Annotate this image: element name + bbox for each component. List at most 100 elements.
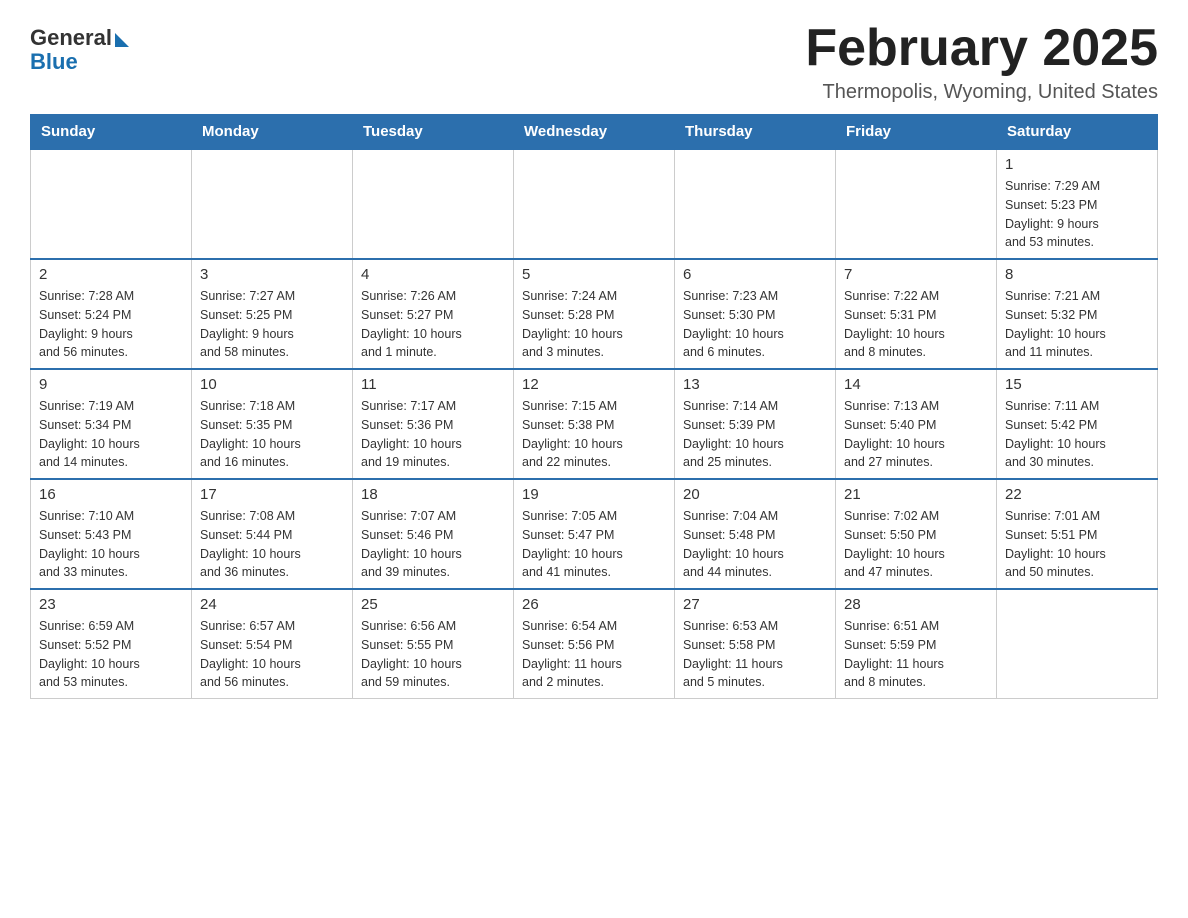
day-number: 7 [844, 266, 988, 283]
header-monday: Monday [192, 115, 353, 150]
calendar-cell: 22 Sunrise: 7:01 AMSunset: 5:51 PMDayligh… [997, 479, 1158, 589]
day-number: 8 [1005, 266, 1149, 283]
calendar-cell [675, 149, 836, 259]
logo: General Blue [30, 25, 129, 75]
calendar-cell: 4 Sunrise: 7:26 AMSunset: 5:27 PMDaylight… [353, 259, 514, 369]
calendar-cell: 11Sunrise: 7:17 AMSunset: 5:36 PMDayligh… [353, 369, 514, 479]
location-text: Thermopolis, Wyoming, United States [805, 81, 1158, 104]
logo-triangle-icon [115, 33, 129, 47]
day-number: 3 [200, 266, 344, 283]
page-header: General Blue February 2025 Thermopolis, … [30, 20, 1158, 104]
calendar-cell [997, 589, 1158, 699]
day-info: Sunrise: 7:23 AMSunset: 5:30 PMDaylight:… [683, 287, 827, 362]
calendar-cell: 2 Sunrise: 7:28 AMSunset: 5:24 PMDaylight… [31, 259, 192, 369]
title-section: February 2025 Thermopolis, Wyoming, Unit… [805, 20, 1158, 104]
calendar-body: 1 Sunrise: 7:29 AMSunset: 5:23 PMDaylight… [31, 149, 1158, 699]
day-info: Sunrise: 7:19 AMSunset: 5:34 PMDaylight:… [39, 397, 183, 472]
calendar-cell: 17 Sunrise: 7:08 AMSunset: 5:44 PMDayligh… [192, 479, 353, 589]
day-number: 20 [683, 486, 827, 503]
calendar-cell: 7 Sunrise: 7:22 AMSunset: 5:31 PMDaylight… [836, 259, 997, 369]
day-info: Sunrise: 7:08 AMSunset: 5:44 PMDaylight:… [200, 507, 344, 582]
day-info: Sunrise: 7:27 AMSunset: 5:25 PMDaylight:… [200, 287, 344, 362]
day-info: Sunrise: 7:04 AMSunset: 5:48 PMDaylight:… [683, 507, 827, 582]
day-number: 21 [844, 486, 988, 503]
day-info: Sunrise: 7:02 AMSunset: 5:50 PMDaylight:… [844, 507, 988, 582]
day-number: 14 [844, 376, 988, 393]
day-number: 1 [1005, 156, 1149, 173]
calendar-header: Sunday Monday Tuesday Wednesday Thursday… [31, 115, 1158, 150]
calendar-week-3: 9 Sunrise: 7:19 AMSunset: 5:34 PMDaylight… [31, 369, 1158, 479]
calendar-cell [353, 149, 514, 259]
calendar-week-4: 16Sunrise: 7:10 AMSunset: 5:43 PMDayligh… [31, 479, 1158, 589]
header-tuesday: Tuesday [353, 115, 514, 150]
day-info: Sunrise: 7:11 AMSunset: 5:42 PMDaylight:… [1005, 397, 1149, 472]
day-number: 15 [1005, 376, 1149, 393]
day-number: 25 [361, 596, 505, 613]
calendar-cell [192, 149, 353, 259]
header-row: Sunday Monday Tuesday Wednesday Thursday… [31, 115, 1158, 150]
day-number: 19 [522, 486, 666, 503]
calendar-cell: 28 Sunrise: 6:51 AMSunset: 5:59 PMDayligh… [836, 589, 997, 699]
day-info: Sunrise: 7:29 AMSunset: 5:23 PMDaylight:… [1005, 177, 1149, 252]
day-info: Sunrise: 7:22 AMSunset: 5:31 PMDaylight:… [844, 287, 988, 362]
calendar-cell: 9 Sunrise: 7:19 AMSunset: 5:34 PMDaylight… [31, 369, 192, 479]
calendar-cell: 1 Sunrise: 7:29 AMSunset: 5:23 PMDaylight… [997, 149, 1158, 259]
day-number: 12 [522, 376, 666, 393]
day-info: Sunrise: 7:13 AMSunset: 5:40 PMDaylight:… [844, 397, 988, 472]
day-info: Sunrise: 6:51 AMSunset: 5:59 PMDaylight:… [844, 617, 988, 692]
calendar-cell: 23Sunrise: 6:59 AMSunset: 5:52 PMDayligh… [31, 589, 192, 699]
calendar-week-5: 23Sunrise: 6:59 AMSunset: 5:52 PMDayligh… [31, 589, 1158, 699]
day-number: 17 [200, 486, 344, 503]
day-info: Sunrise: 7:26 AMSunset: 5:27 PMDaylight:… [361, 287, 505, 362]
logo-general-text: General [30, 25, 112, 51]
day-number: 26 [522, 596, 666, 613]
day-number: 28 [844, 596, 988, 613]
calendar-cell: 3 Sunrise: 7:27 AMSunset: 5:25 PMDaylight… [192, 259, 353, 369]
day-number: 18 [361, 486, 505, 503]
day-number: 4 [361, 266, 505, 283]
calendar-cell: 12Sunrise: 7:15 AMSunset: 5:38 PMDayligh… [514, 369, 675, 479]
calendar-cell: 18Sunrise: 7:07 AMSunset: 5:46 PMDayligh… [353, 479, 514, 589]
month-title: February 2025 [805, 20, 1158, 77]
day-number: 16 [39, 486, 183, 503]
calendar-cell [514, 149, 675, 259]
calendar-cell: 8 Sunrise: 7:21 AMSunset: 5:32 PMDaylight… [997, 259, 1158, 369]
header-thursday: Thursday [675, 115, 836, 150]
header-saturday: Saturday [997, 115, 1158, 150]
day-info: Sunrise: 6:53 AMSunset: 5:58 PMDaylight:… [683, 617, 827, 692]
calendar-cell: 5Sunrise: 7:24 AMSunset: 5:28 PMDaylight… [514, 259, 675, 369]
logo-blue-text: Blue [30, 49, 78, 75]
calendar-cell: 19 Sunrise: 7:05 AMSunset: 5:47 PMDayligh… [514, 479, 675, 589]
calendar-week-2: 2 Sunrise: 7:28 AMSunset: 5:24 PMDaylight… [31, 259, 1158, 369]
day-info: Sunrise: 7:14 AMSunset: 5:39 PMDaylight:… [683, 397, 827, 472]
calendar-table: Sunday Monday Tuesday Wednesday Thursday… [30, 114, 1158, 699]
calendar-cell: 25 Sunrise: 6:56 AMSunset: 5:55 PMDayligh… [353, 589, 514, 699]
day-number: 5 [522, 266, 666, 283]
day-info: Sunrise: 7:01 AMSunset: 5:51 PMDaylight:… [1005, 507, 1149, 582]
calendar-cell: 14 Sunrise: 7:13 AMSunset: 5:40 PMDayligh… [836, 369, 997, 479]
header-friday: Friday [836, 115, 997, 150]
day-info: Sunrise: 6:54 AMSunset: 5:56 PMDaylight:… [522, 617, 666, 692]
day-info: Sunrise: 7:21 AMSunset: 5:32 PMDaylight:… [1005, 287, 1149, 362]
calendar-cell: 16Sunrise: 7:10 AMSunset: 5:43 PMDayligh… [31, 479, 192, 589]
calendar-cell: 26 Sunrise: 6:54 AMSunset: 5:56 PMDayligh… [514, 589, 675, 699]
calendar-cell: 6 Sunrise: 7:23 AMSunset: 5:30 PMDaylight… [675, 259, 836, 369]
calendar-cell: 13 Sunrise: 7:14 AMSunset: 5:39 PMDayligh… [675, 369, 836, 479]
day-info: Sunrise: 6:59 AMSunset: 5:52 PMDaylight:… [39, 617, 183, 692]
day-info: Sunrise: 7:28 AMSunset: 5:24 PMDaylight:… [39, 287, 183, 362]
day-number: 6 [683, 266, 827, 283]
day-number: 11 [361, 376, 505, 393]
header-wednesday: Wednesday [514, 115, 675, 150]
calendar-cell: 10Sunrise: 7:18 AMSunset: 5:35 PMDayligh… [192, 369, 353, 479]
day-number: 22 [1005, 486, 1149, 503]
day-number: 13 [683, 376, 827, 393]
day-info: Sunrise: 6:56 AMSunset: 5:55 PMDaylight:… [361, 617, 505, 692]
calendar-cell: 15 Sunrise: 7:11 AMSunset: 5:42 PMDayligh… [997, 369, 1158, 479]
calendar-cell: 20 Sunrise: 7:04 AMSunset: 5:48 PMDayligh… [675, 479, 836, 589]
header-sunday: Sunday [31, 115, 192, 150]
day-number: 27 [683, 596, 827, 613]
calendar-cell [31, 149, 192, 259]
day-number: 2 [39, 266, 183, 283]
day-info: Sunrise: 7:05 AMSunset: 5:47 PMDaylight:… [522, 507, 666, 582]
day-number: 9 [39, 376, 183, 393]
